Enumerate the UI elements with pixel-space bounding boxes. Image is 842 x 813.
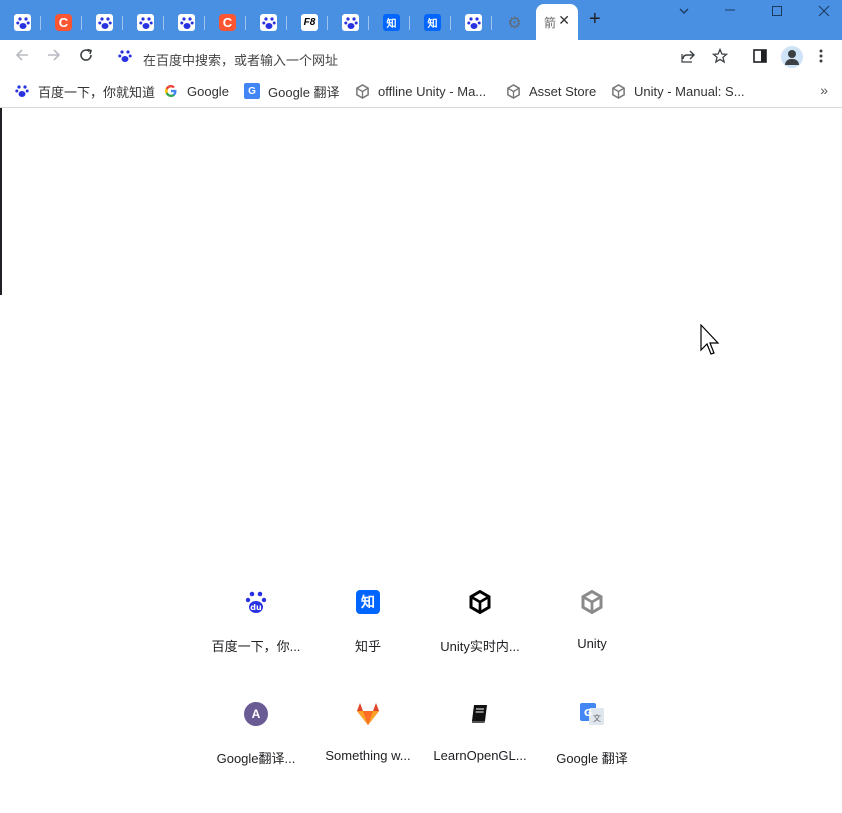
shortcut-label: 百度一下，你... [211,639,301,654]
share-icon[interactable] [680,48,696,68]
bookmarks-bar: 百度一下，你就知道 Google G Google 翻译 offline Uni… [0,74,842,108]
toolbar: 在百度中搜索，或者输入一个网址 [0,40,842,74]
tab-active-new-tab[interactable]: 箭 ✕ [536,4,578,40]
shortcut-label: LearnOpenGL... [433,748,527,763]
letter-a-avatar-icon: A [243,701,269,727]
bookmark-label: Google 翻译 [268,84,340,100]
close-tab-icon[interactable]: ✕ [558,12,570,29]
bookmark-star-icon[interactable] [711,47,729,68]
gitlab-fox-icon [355,701,381,727]
bookmark-asset-store[interactable]: Asset Store [505,82,596,100]
baidu-du-icon: du [243,589,269,615]
side-panel-icon[interactable] [752,48,768,68]
bookmark-offline-unity[interactable]: offline Unity - Ma... [354,82,486,100]
tab-baidu-3[interactable] [123,4,164,40]
tab-csdn-1[interactable]: C [41,4,82,40]
back-button[interactable] [14,47,30,68]
shortcut-zhihu[interactable]: 知 知乎 [312,589,424,701]
tab-csdn-2[interactable]: C [205,4,246,40]
svg-text:G: G [584,708,592,719]
unity-gray-icon [579,589,605,615]
shortcut-label: 知乎 [354,639,381,654]
baidu-paw-icon [260,14,277,31]
reload-button[interactable] [78,47,94,68]
zhihu-icon: 知 [383,14,400,31]
shortcut-label: Google 翻译 [556,751,628,766]
csdn-icon: C [55,14,72,31]
maximize-button[interactable] [771,4,783,20]
tab-strip: C C F8 知 知 ⚙ 箭 ✕ + [0,0,842,40]
book-icon [467,701,493,727]
bookmark-unity-manual[interactable]: Unity - Manual: S... [610,82,745,100]
bookmark-label: Google [187,83,229,99]
tab-baidu-1[interactable] [0,4,41,40]
baidu-paw-icon [118,49,134,65]
unity-icon [505,83,521,99]
mouse-cursor-icon [700,323,720,361]
shortcut-unity-realtime[interactable]: Unity实时内... [424,589,536,701]
unity-icon [354,83,370,99]
minimize-button[interactable] [724,2,736,19]
shortcut-baidu[interactable]: du 百度一下，你... [200,589,312,701]
bookmark-baidu[interactable]: 百度一下，你就知道 [14,82,155,100]
baidu-paw-icon [465,14,482,31]
google-translate-icon: G文 [579,701,605,727]
new-tab-button[interactable]: + [589,9,601,29]
baidu-paw-icon [14,14,31,31]
profile-avatar-icon[interactable] [781,46,803,68]
csdn-icon: C [219,14,236,31]
shortcut-learnopengl[interactable]: LearnOpenGL... [424,701,536,813]
omnibox-placeholder[interactable]: 在百度中搜索，或者输入一个网址 [143,50,338,69]
bookmark-label: 百度一下，你就知道 [38,84,156,100]
unity-icon [610,83,626,99]
zhihu-icon: 知 [424,14,441,31]
tab-search-chevron-icon[interactable] [678,4,690,20]
shortcut-label: Unity [577,636,607,651]
tab-zhihu-1[interactable]: 知 [369,4,410,40]
menu-kebab-icon[interactable] [818,48,824,68]
more-bookmarks-chevron-icon[interactable]: » [820,82,828,98]
shortcut-google-translate-a[interactable]: A Google翻译... [200,701,312,813]
close-window-button[interactable] [818,4,830,20]
unity-black-icon [467,589,493,615]
shortcut-google-translate[interactable]: G文 Google 翻译 [536,701,648,813]
baidu-paw-icon [14,83,30,99]
bookmark-google[interactable]: Google [163,82,229,100]
bookmark-label: Unity - Manual: S... [634,83,745,99]
baidu-paw-icon [178,14,195,31]
tab-baidu-7[interactable] [451,4,492,40]
tab-zhihu-2[interactable]: 知 [410,4,451,40]
google-g-icon [163,83,179,99]
baidu-paw-icon [96,14,113,31]
gear-icon: ⚙ [507,14,522,32]
tab-baidu-2[interactable] [82,4,123,40]
svg-text:文: 文 [593,713,601,723]
baidu-paw-icon [137,14,154,31]
tab-baidu-6[interactable] [328,4,369,40]
zhihu-icon: 知 [355,589,381,615]
shortcut-label: Google翻译... [216,751,296,766]
tab-baidu-4[interactable] [164,4,205,40]
tab-settings[interactable]: ⚙ [492,4,533,40]
f8-icon: F8 [301,14,318,31]
window-edge-line [0,108,2,295]
shortcut-gitlab[interactable]: Something w... [312,701,424,813]
forward-button[interactable] [46,47,62,68]
shortcut-label: Unity实时内... [440,639,520,654]
shortcut-label: Something w... [325,748,411,763]
bookmark-label: offline Unity - Ma... [378,83,487,99]
svg-text:du: du [250,603,262,612]
tab-baidu-5[interactable] [246,4,287,40]
bookmark-label: Asset Store [529,83,597,99]
google-translate-icon: G [244,83,260,99]
shortcut-unity[interactable]: Unity [536,589,648,701]
omnibox[interactable]: 在百度中搜索，或者输入一个网址 [110,43,670,71]
tab-f8[interactable]: F8 [287,4,328,40]
bookmark-google-translate[interactable]: G Google 翻译 [244,82,340,100]
tab-title: 箭 [544,16,557,30]
baidu-paw-icon [342,14,359,31]
